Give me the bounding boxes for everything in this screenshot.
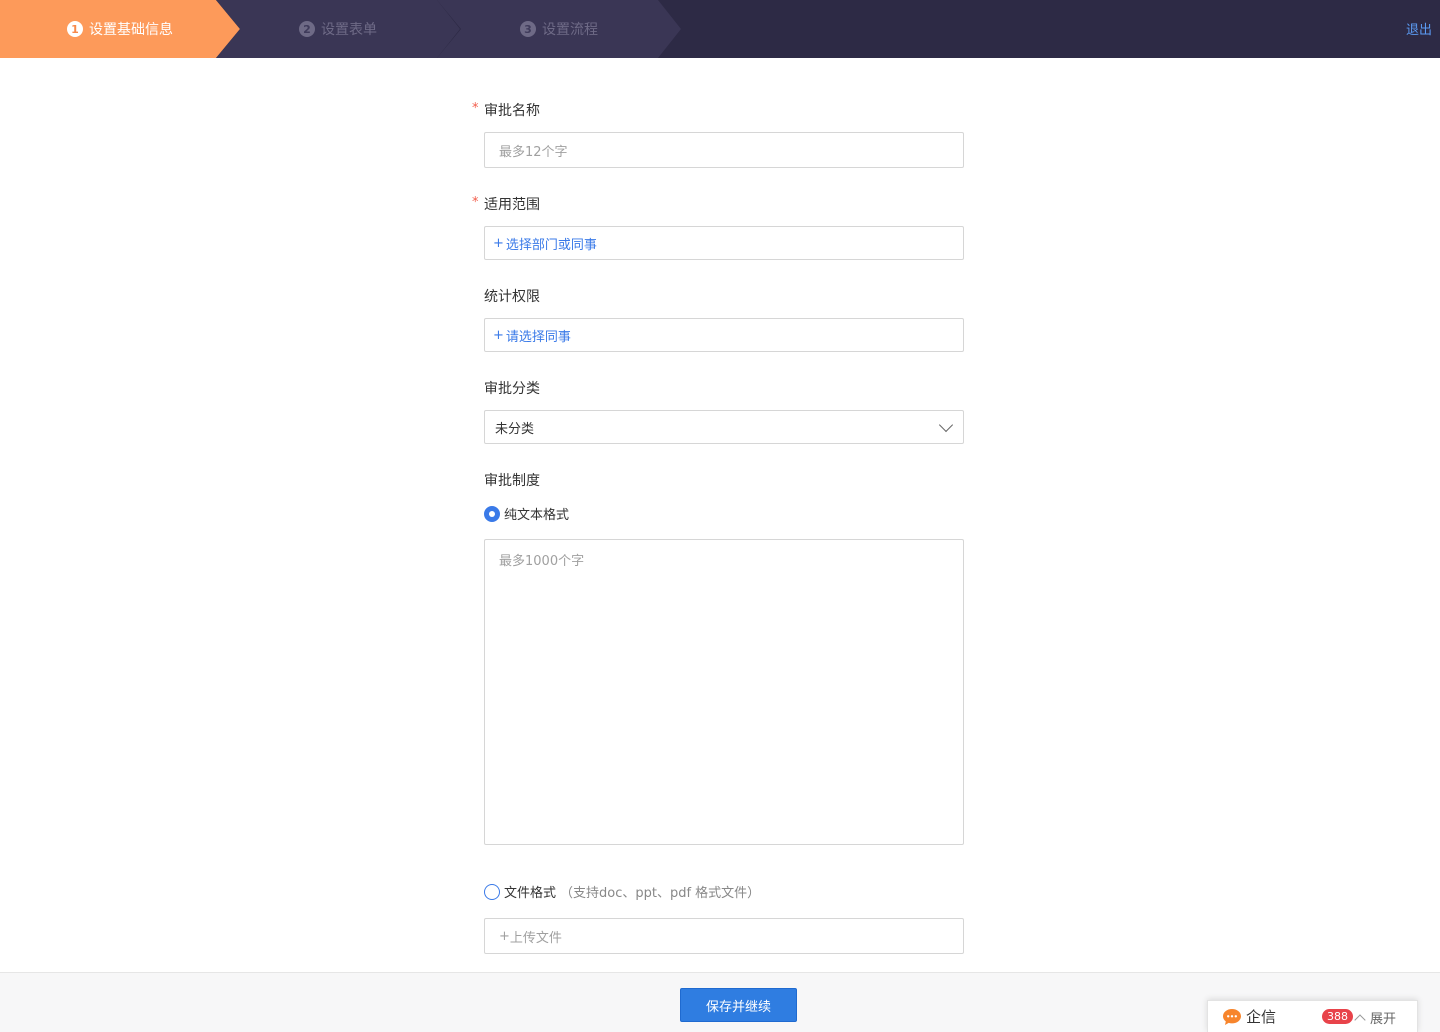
policy-textarea[interactable]: 最多1000个字 — [484, 539, 964, 845]
scope-label: 适用范围 — [484, 197, 540, 213]
text-format-option[interactable]: 纯文本格式 — [484, 504, 569, 523]
select-colleague-link[interactable]: 请选择同事 — [506, 326, 571, 345]
plus-icon: + — [493, 327, 504, 343]
step-number-2: 2 — [299, 21, 315, 37]
select-dept-or-colleague-link[interactable]: 选择部门或同事 — [506, 234, 597, 253]
approval-name-placeholder: 最多12个字 — [499, 144, 568, 160]
step-label-process: 设置流程 — [542, 22, 598, 38]
chat-bubble-icon — [1222, 1008, 1242, 1026]
plus-icon: + — [499, 928, 510, 944]
plus-icon: + — [493, 235, 504, 251]
chat-widget[interactable]: 企信 388 展开 — [1207, 1000, 1418, 1032]
save-and-continue-button[interactable]: 保存并继续 — [680, 988, 797, 1022]
unread-count-badge: 388 — [1322, 1009, 1353, 1024]
top-navigation-bar: 1 设置基础信息 2 设置表单 3 设置流程 退出 — [0, 0, 1440, 58]
file-format-radio[interactable] — [484, 883, 500, 900]
logout-link[interactable]: 退出 — [1406, 19, 1432, 38]
chat-title: 企信 — [1246, 1008, 1277, 1026]
required-marker: * — [472, 195, 479, 210]
approval-name-input[interactable]: 最多12个字 — [484, 132, 964, 168]
approval-name-label: 审批名称 — [484, 103, 540, 119]
file-format-label: 文件格式 — [504, 886, 557, 901]
required-marker: * — [472, 101, 479, 116]
category-select[interactable]: 未分类 — [484, 410, 964, 444]
chevron-down-icon — [938, 417, 954, 432]
category-selected-value: 未分类 — [495, 421, 535, 437]
step-number-1: 1 — [67, 21, 83, 37]
file-format-hint: （支持doc、ppt、pdf 格式文件） — [560, 886, 761, 901]
scope-picker[interactable]: + 选择部门或同事 — [484, 226, 964, 260]
step-basic-info[interactable]: 1 设置基础信息 — [0, 0, 240, 58]
file-format-option[interactable]: 文件格式 （支持doc、ppt、pdf 格式文件） — [484, 882, 760, 901]
policy-textarea-placeholder: 最多1000个字 — [499, 554, 585, 569]
step-number-3: 3 — [520, 21, 536, 37]
upload-file-label: 上传文件 — [509, 930, 562, 946]
policy-label: 审批制度 — [484, 473, 540, 489]
step-label-basic-info: 设置基础信息 — [89, 22, 173, 38]
step-process[interactable]: 3 设置流程 — [437, 0, 681, 58]
chevron-up-icon — [1354, 1014, 1366, 1026]
expand-chat-button[interactable]: 展开 — [1354, 1008, 1397, 1027]
upload-file-field[interactable]: + 上传文件 — [484, 918, 964, 954]
step-form[interactable]: 2 设置表单 — [216, 0, 460, 58]
stats-permission-picker[interactable]: + 请选择同事 — [484, 318, 964, 352]
step-label-form: 设置表单 — [321, 22, 377, 38]
text-format-radio[interactable] — [484, 505, 500, 522]
category-label: 审批分类 — [484, 381, 540, 397]
expand-label: 展开 — [1370, 1012, 1397, 1027]
text-format-label: 纯文本格式 — [504, 508, 570, 523]
stats-permission-label: 统计权限 — [484, 289, 540, 305]
